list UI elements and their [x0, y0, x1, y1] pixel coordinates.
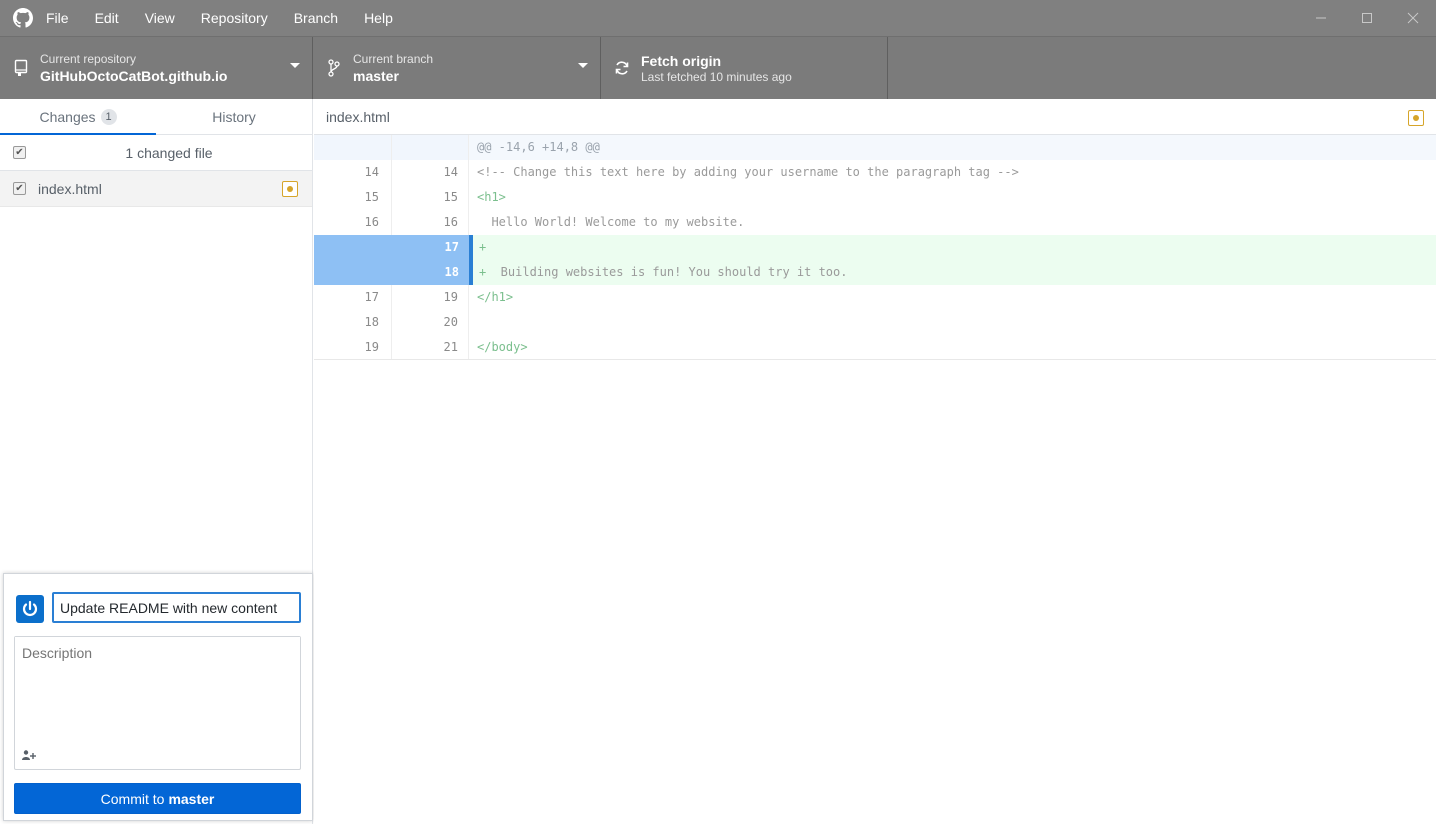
file-modified-icon: [1408, 110, 1424, 126]
branch-label: Current branch: [353, 51, 434, 66]
table-row: 15 15 <h1>: [314, 185, 1436, 210]
old-line-number: [314, 235, 392, 260]
table-row: 16 16 Hello World! Welcome to my website…: [314, 210, 1436, 235]
window-controls: [1298, 0, 1436, 36]
menu-view[interactable]: View: [145, 10, 175, 26]
menu-file[interactable]: File: [46, 10, 69, 26]
maximize-icon[interactable]: [1344, 0, 1390, 36]
diff-header: index.html: [314, 99, 1436, 135]
old-line-number: 16: [314, 210, 392, 235]
menu-branch[interactable]: Branch: [294, 10, 338, 26]
branch-name: master: [353, 67, 399, 84]
github-logo-icon: [0, 0, 46, 36]
file-name: index.html: [38, 180, 102, 197]
chevron-down-icon: [290, 63, 300, 68]
menu-edit[interactable]: Edit: [95, 10, 119, 26]
list-item[interactable]: ✔ index.html: [0, 171, 312, 207]
diff-line-text: Hello World! Welcome to my website.: [477, 215, 745, 229]
new-line-number: 14: [392, 160, 469, 185]
toolbar: Current repository GitHubOctoCatBot.gith…: [0, 36, 1436, 99]
tab-changes-label: Changes: [39, 108, 96, 125]
new-line-number: 20: [392, 310, 469, 335]
minimize-icon[interactable]: [1298, 0, 1344, 36]
commit-description-field[interactable]: [14, 636, 301, 770]
new-line-number: 19: [392, 285, 469, 310]
table-row: 14 14 <!-- Change this text here by addi…: [314, 160, 1436, 185]
commit-panel: Commit tomaster: [3, 573, 313, 821]
diff-line-text: <h1>: [477, 190, 506, 204]
changed-files-count: 1 changed file: [125, 144, 213, 161]
menu-repository[interactable]: Repository: [201, 10, 268, 26]
select-all-checkbox[interactable]: ✔: [13, 146, 26, 159]
tab-history[interactable]: History: [156, 99, 312, 134]
commit-button-branch: master: [168, 790, 215, 807]
old-line-number: 15: [314, 185, 392, 210]
repository-name: GitHubOctoCatBot.github.io: [40, 67, 228, 84]
diff-line-text: </h1>: [477, 290, 514, 304]
diff-view: index.html @@ -14,6 +14,8 @@ 14 14 <!-- …: [314, 99, 1436, 824]
repo-icon: [12, 59, 30, 77]
table-row[interactable]: 18 + Building websites is fun! You shoul…: [314, 260, 1436, 285]
changes-count-badge: 1: [100, 108, 117, 125]
new-line-number: 21: [392, 335, 469, 359]
fetch-title: Fetch origin: [641, 52, 722, 69]
commit-description-input[interactable]: [15, 637, 300, 745]
hunk-header-row: @@ -14,6 +14,8 @@: [314, 135, 1436, 160]
title-bar: File Edit View Repository Branch Help: [0, 0, 1436, 36]
hunk-header: @@ -14,6 +14,8 @@: [469, 135, 1436, 160]
diff-filename: index.html: [326, 108, 390, 125]
table-row: 19 21 </body>: [314, 335, 1436, 360]
commit-summary-input[interactable]: [52, 592, 301, 623]
add-coauthor-icon[interactable]: [22, 748, 38, 760]
tab-changes[interactable]: Changes 1: [0, 99, 156, 135]
fetch-subtitle: Last fetched 10 minutes ago: [641, 69, 792, 84]
diff-line-text: [469, 310, 1436, 335]
added-line-marker: +: [479, 240, 487, 254]
fetch-origin-button[interactable]: Fetch origin Last fetched 10 minutes ago: [601, 37, 888, 99]
table-row: 18 20: [314, 310, 1436, 335]
new-line-number: 15: [392, 185, 469, 210]
old-line-number: 14: [314, 160, 392, 185]
chevron-down-icon: [578, 63, 588, 68]
diff-line-text: </body>: [477, 340, 528, 354]
old-line-number: 19: [314, 335, 392, 359]
table-row[interactable]: 17 +: [314, 235, 1436, 260]
menu-help[interactable]: Help: [364, 10, 393, 26]
commit-button-prefix: Commit to: [100, 790, 165, 807]
menu-bar: File Edit View Repository Branch Help: [46, 10, 419, 26]
repository-label: Current repository: [40, 51, 137, 66]
old-line-number: 18: [314, 310, 392, 335]
sidebar-tabs: Changes 1 History: [0, 99, 312, 135]
new-line-number[interactable]: 18: [392, 260, 469, 285]
table-row: 17 19 </h1>: [314, 285, 1436, 310]
commit-button[interactable]: Commit to master: [14, 783, 301, 814]
changed-files-header: ✔ 1 changed file: [0, 135, 312, 171]
new-line-number: 16: [392, 210, 469, 235]
new-line-number[interactable]: 17: [392, 235, 469, 260]
old-line-number: 17: [314, 285, 392, 310]
old-line-number: [314, 260, 392, 285]
tab-history-label: History: [212, 108, 256, 125]
current-repository-button[interactable]: Current repository GitHubOctoCatBot.gith…: [0, 37, 313, 99]
file-checkbox[interactable]: ✔: [13, 182, 26, 195]
sync-icon: [613, 60, 631, 76]
avatar: [16, 595, 44, 623]
close-icon[interactable]: [1390, 0, 1436, 36]
file-modified-icon: [282, 181, 298, 197]
diff-line-text: <!-- Change this text here by adding you…: [477, 165, 1019, 179]
current-branch-button[interactable]: Current branch master: [313, 37, 601, 99]
diff-line-text: Building websites is fun! You should try…: [486, 265, 848, 279]
branch-icon: [325, 59, 343, 77]
